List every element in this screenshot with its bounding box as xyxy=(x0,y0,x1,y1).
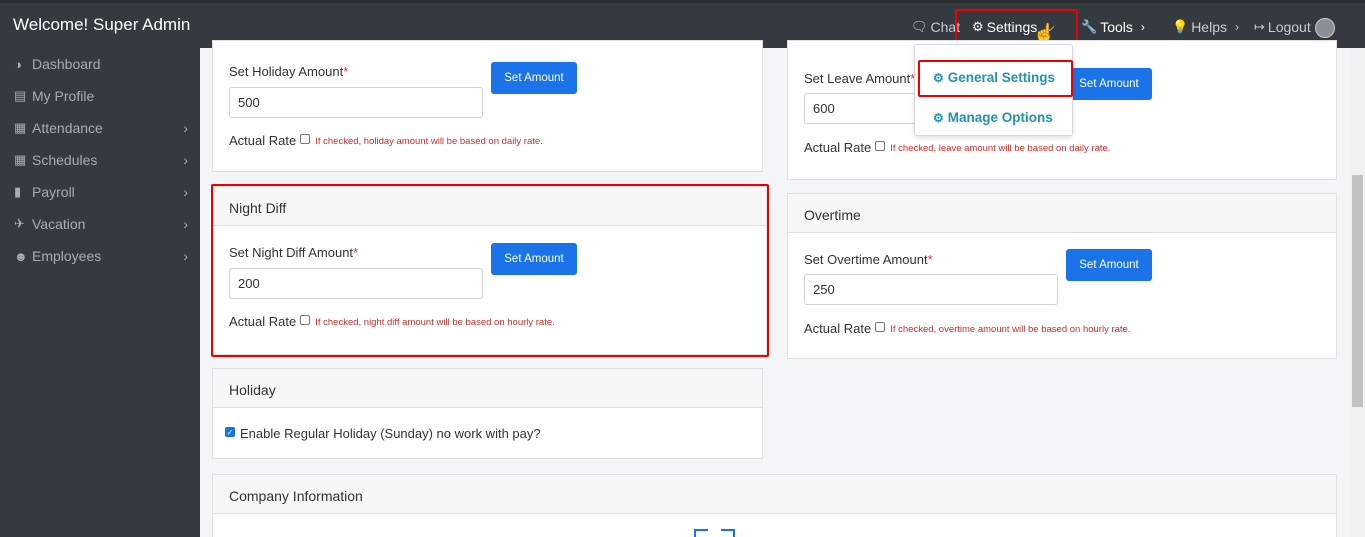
regular-holiday-option: ✓ Enable Regular Holiday (Sunday) no wor… xyxy=(221,426,541,441)
chevron-right-icon: › xyxy=(183,248,188,264)
sidebar: ◑ Dashboard ▤ My Profile ▦ Attendance › … xyxy=(0,48,200,537)
company-information-card: Company Information xyxy=(212,474,1337,537)
avatar[interactable] xyxy=(1315,18,1335,38)
calendar-icon: ▦ xyxy=(14,120,27,135)
logo-frame-corner-right xyxy=(721,529,735,537)
holiday-amount-label: Set Holiday Amount* xyxy=(229,64,349,79)
sidebar-item-label: Dashboard xyxy=(32,56,101,72)
overtime-title: Overtime xyxy=(788,194,1336,233)
actual-rate-label: Actual Rate xyxy=(804,321,872,336)
nav-helps-label: Helps xyxy=(1191,19,1227,35)
nav-tools-label: Tools xyxy=(1100,19,1133,35)
sidebar-item-label: My Profile xyxy=(32,88,95,104)
sidebar-item-label: Payroll xyxy=(32,184,75,200)
chevron-right-icon: › xyxy=(183,216,188,232)
logo-frame-corner-left xyxy=(694,529,708,537)
actual-rate-label: Actual Rate xyxy=(229,133,297,148)
overtime-set-amount-button[interactable]: Set Amount xyxy=(1066,249,1152,281)
dropdown-manage-options[interactable]: ⚙ Manage Options xyxy=(933,110,1053,125)
holiday-title: Holiday xyxy=(213,369,762,408)
table-icon: ▦ xyxy=(14,152,27,167)
leave-actual-rate-checkbox[interactable] xyxy=(875,140,886,151)
general-settings-highlight-box xyxy=(918,60,1073,97)
chevron-right-icon: › xyxy=(183,152,188,168)
id-card-icon: ▤ xyxy=(14,88,27,103)
chevron-right-icon: › xyxy=(183,184,188,200)
holiday-actual-rate: Actual Rate If checked, holiday amount w… xyxy=(229,133,543,148)
holiday-amount-input[interactable]: 500 xyxy=(229,87,483,118)
sidebar-item-employees[interactable]: ☻ Employees › xyxy=(14,246,190,266)
dashboard-icon: ◑ xyxy=(14,56,22,72)
leave-amount-label: Set Leave Amount* xyxy=(804,71,916,86)
sidebar-item-label: Schedules xyxy=(32,152,98,168)
sidebar-item-attendance[interactable]: ▦ Attendance › xyxy=(14,118,190,138)
leave-rate-hint: If checked, leave amount will be based o… xyxy=(890,143,1111,154)
overtime-amount-input[interactable]: 250 xyxy=(804,274,1058,305)
chat-icon: 🗨 xyxy=(911,19,928,34)
manage-options-label: Manage Options xyxy=(947,110,1053,125)
lightbulb-icon: 💡 xyxy=(1172,19,1189,34)
overtime-amount-label: Set Overtime Amount* xyxy=(804,252,933,267)
chevron-right-icon: › xyxy=(183,120,188,136)
nav-logout-label: Logout xyxy=(1267,19,1311,35)
chevron-right-icon: › xyxy=(1140,20,1145,34)
company-information-title: Company Information xyxy=(213,475,1336,514)
sidebar-item-dashboard[interactable]: ◑ Dashboard xyxy=(14,54,190,74)
settings-highlight-box xyxy=(955,9,1078,44)
overtime-actual-rate-checkbox[interactable] xyxy=(875,321,886,332)
overtime-rate-hint: If checked, overtime amount will be base… xyxy=(890,324,1131,335)
chevron-right-icon: › xyxy=(1234,20,1239,34)
users-icon: ☻ xyxy=(14,248,28,264)
welcome-title: Welcome! Super Admin xyxy=(13,15,191,34)
sidebar-item-label: Employees xyxy=(32,248,102,264)
regular-holiday-checkbox[interactable]: ✓ xyxy=(225,426,235,437)
logout-icon: ↦ xyxy=(1254,19,1265,34)
plane-icon: ✈ xyxy=(14,216,25,231)
actual-rate-label: Actual Rate xyxy=(804,140,872,155)
sidebar-item-payroll[interactable]: ▮ Payroll › xyxy=(14,182,190,202)
wrench-icon: 🔧 xyxy=(1081,19,1098,34)
night-diff-highlight-box xyxy=(211,184,769,357)
holiday-card: Holiday xyxy=(212,368,763,459)
sidebar-item-schedules[interactable]: ▦ Schedules › xyxy=(14,150,190,170)
holiday-set-amount-button[interactable]: Set Amount xyxy=(491,62,577,94)
file-icon: ▮ xyxy=(14,184,22,199)
sidebar-item-label: Vacation xyxy=(32,216,86,232)
leave-actual-rate: Actual Rate If checked, leave amount wil… xyxy=(804,140,1110,155)
scrollbar-thumb[interactable] xyxy=(1352,175,1363,407)
holiday-rate-hint: If checked, holiday amount will be based… xyxy=(315,136,543,147)
overtime-actual-rate: Actual Rate If checked, overtime amount … xyxy=(804,321,1130,336)
regular-holiday-label[interactable]: Enable Regular Holiday (Sunday) no work … xyxy=(240,426,541,441)
leave-set-amount-button[interactable]: Set Amount xyxy=(1066,68,1152,100)
gears-icon: ⚙ xyxy=(933,110,944,125)
sidebar-item-my-profile[interactable]: ▤ My Profile xyxy=(14,86,190,106)
holiday-actual-rate-checkbox[interactable] xyxy=(300,133,311,144)
sidebar-item-label: Attendance xyxy=(32,120,103,136)
sidebar-item-vacation[interactable]: ✈ Vacation › xyxy=(14,214,190,234)
